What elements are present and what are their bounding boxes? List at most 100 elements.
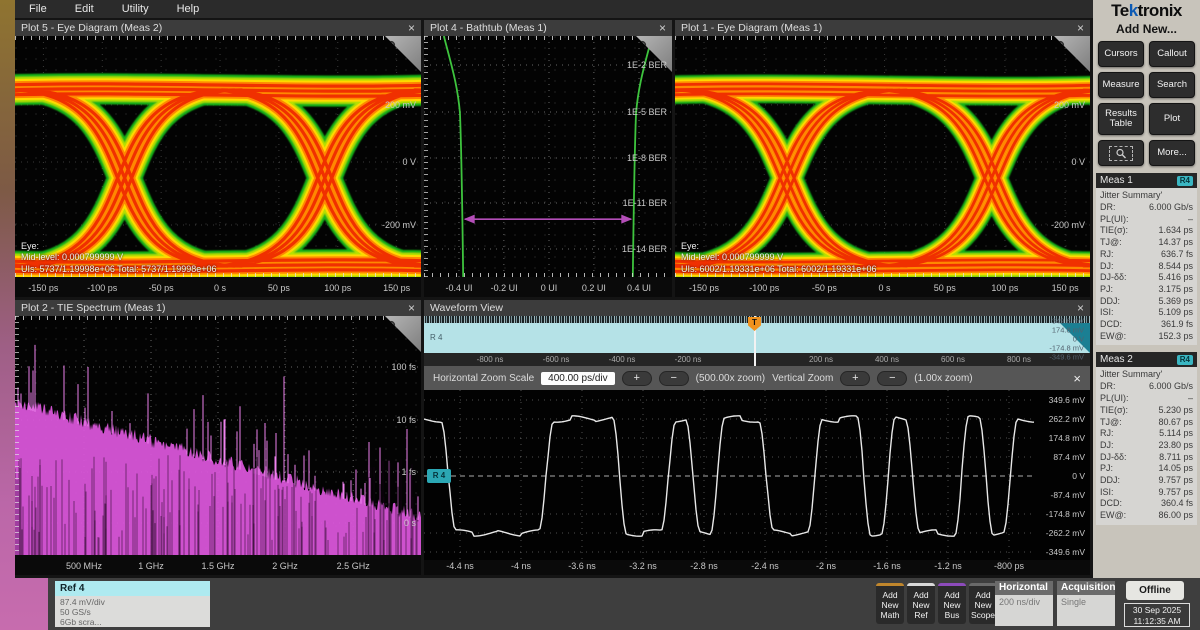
axis-tick-label: 2.5 GHz xyxy=(337,561,370,571)
menu-help[interactable]: Help xyxy=(177,3,200,15)
axis-tick-label: -600 ns xyxy=(543,355,570,364)
plot4-bathtub-panel: Plot 4 - Bathtub (Meas 1) × 1E-2 BER1E-5… xyxy=(424,20,672,297)
axis-tick-label: 50 ps xyxy=(268,283,290,293)
datetime-display[interactable]: 30 Sep 2025 11:12:35 AM xyxy=(1124,603,1190,627)
axis-tick-label: 0.4 UI xyxy=(627,283,651,293)
hzoom-scale-input[interactable]: 400.00 ps/div xyxy=(541,372,615,385)
meas-result-row: PJ:14.05 ps xyxy=(1100,463,1193,475)
vzoom-minus-button[interactable]: − xyxy=(877,371,907,386)
axis-tick-label: 0 UI xyxy=(541,283,558,293)
zoom-select-tool-button[interactable] xyxy=(1098,140,1144,166)
axis-tick-label: 500 MHz xyxy=(66,561,102,571)
plot5-title-bar[interactable]: Plot 5 - Eye Diagram (Meas 2) × xyxy=(15,20,421,36)
axis-tick-label: 200 ns xyxy=(809,355,833,364)
axis-tick-label: -150 ps xyxy=(28,283,58,293)
meas1-summary-label: Jitter Summary' xyxy=(1100,190,1193,201)
axis-tick-label: 0.2 UI xyxy=(582,283,606,293)
waveform-source-badge[interactable]: R 4 xyxy=(427,469,451,483)
waveform-title-bar[interactable]: Waveform View × xyxy=(424,300,1090,316)
menu-edit[interactable]: Edit xyxy=(75,3,94,15)
hzoom-plus-button[interactable]: + xyxy=(622,371,652,386)
meas-result-row: TJ@:14.37 ps xyxy=(1100,237,1193,249)
add-new-heading: Add New... xyxy=(1093,22,1200,36)
tick-marks xyxy=(15,36,421,40)
plot1-close-button[interactable]: × xyxy=(1077,20,1084,36)
axis-tick-label: -1.2 ns xyxy=(934,561,962,571)
add-new-ref-button[interactable]: AddNewRef xyxy=(907,583,935,624)
meas-result-row: TIE(σ):1.634 ps xyxy=(1100,225,1193,237)
plot4-title: Plot 4 - Bathtub (Meas 1) xyxy=(430,22,547,34)
axis-tick-label: -800 ns xyxy=(477,355,504,364)
plot2-title-bar[interactable]: Plot 2 - TIE Spectrum (Meas 1) × xyxy=(15,300,421,316)
meas1-header[interactable]: Meas 1 R4 xyxy=(1096,173,1197,188)
plot2-close-button[interactable]: × xyxy=(408,300,415,316)
meas-result-row: DCD:360.4 fs xyxy=(1100,498,1193,510)
add-new-buttons: AddNewMathAddNewRefAddNewBusAddNewScope xyxy=(876,583,997,624)
axis-tick-label: -1.6 ns xyxy=(873,561,901,571)
meas-result-row: DJ:8.544 ps xyxy=(1100,261,1193,273)
axis-tick-label: 400 ns xyxy=(875,355,899,364)
plot1-title-bar[interactable]: Plot 1 - Eye Diagram (Meas 1) × xyxy=(675,20,1090,36)
add-new-bus-button[interactable]: AddNewBus xyxy=(938,583,966,624)
axis-tick-label: 2 GHz xyxy=(272,561,298,571)
meas-result-row: DDJ:5.369 ps xyxy=(1100,296,1193,308)
overview-source-label: R 4 xyxy=(430,333,442,342)
plot5-x-axis: -150 ps-100 ps-50 ps0 s50 ps100 ps150 ps xyxy=(15,277,421,297)
plot1-x-axis: -150 ps-100 ps-50 ps0 s50 ps100 ps150 ps xyxy=(675,277,1090,297)
axis-tick-label: 600 ns xyxy=(941,355,965,364)
waveform-x-axis: -4.4 ns-4 ns-3.6 ns-3.2 ns-2.8 ns-2.4 ns… xyxy=(424,560,1090,575)
meas-result-row: DR:6.000 Gb/s xyxy=(1100,202,1193,214)
horizontal-settings-panel[interactable]: Horizontal 200 ns/div xyxy=(995,581,1053,626)
meas2-source-badge: R4 xyxy=(1177,355,1193,365)
meas2-header[interactable]: Meas 2 R4 xyxy=(1096,352,1197,367)
plot4-close-button[interactable]: × xyxy=(659,20,666,36)
meas-result-row: PJ:3.175 ps xyxy=(1100,284,1193,296)
meas-result-row: DJ-δδ:8.711 ps xyxy=(1100,452,1193,464)
waveform-view-panel: Waveform View × R 4 T -800 ns-600 ns-400… xyxy=(424,300,1090,575)
plot2-chart-area: 100 fs10 fs1 fs0 s xyxy=(15,316,421,555)
zoom-toolbar-close-button[interactable]: × xyxy=(1073,371,1081,386)
results-table-button[interactable]: Results Table xyxy=(1098,103,1144,135)
add-new-scope-button[interactable]: AddNewScope xyxy=(969,583,997,624)
menu-utility[interactable]: Utility xyxy=(122,3,149,15)
meas1-body: Jitter Summary' DR:6.000 Gb/sPL(UI):–TIE… xyxy=(1096,188,1197,345)
waveform-close-button[interactable]: × xyxy=(1077,300,1084,316)
meas-result-row: PL(UI):– xyxy=(1100,214,1193,226)
menu-bar: File Edit Utility Help xyxy=(15,0,1093,18)
overview-zoom-corner-icon[interactable] xyxy=(1060,323,1090,353)
axis-tick-label: -2.8 ns xyxy=(690,561,718,571)
meas2-body: Jitter Summary' DR:6.000 Gb/sPL(UI):–TIE… xyxy=(1096,367,1197,524)
meas-result-row: TJ@:80.67 ps xyxy=(1100,417,1193,429)
acquisition-settings-panel[interactable]: Acquisition Single xyxy=(1057,581,1115,626)
ref4-title: Ref 4 xyxy=(55,581,210,596)
menu-file[interactable]: File xyxy=(29,3,47,15)
plot4-title-bar[interactable]: Plot 4 - Bathtub (Meas 1) × xyxy=(424,20,672,36)
measure-button[interactable]: Measure xyxy=(1098,72,1144,98)
plot4-chart-area: 1E-2 BER1E-5 BER1E-8 BER1E-11 BER1E-14 B… xyxy=(424,36,672,277)
zoom-toolbar: Horizontal Zoom Scale 400.00 ps/div + − … xyxy=(424,366,1090,390)
add-new-math-button[interactable]: AddNewMath xyxy=(876,583,904,624)
tektronix-logo: Tektronix xyxy=(1093,1,1200,21)
meas2-summary-label: Jitter Summary' xyxy=(1100,369,1193,380)
axis-tick-label: -0.2 UI xyxy=(491,283,518,293)
offline-button[interactable]: Offline xyxy=(1126,581,1184,600)
meas-result-row: PL(UI):– xyxy=(1100,393,1193,405)
callout-button[interactable]: Callout xyxy=(1149,41,1195,67)
plot5-close-button[interactable]: × xyxy=(408,20,415,36)
plot5-eye-diagram-panel: Plot 5 - Eye Diagram (Meas 2) × 200 mV0 … xyxy=(15,20,421,297)
plot-button[interactable]: Plot xyxy=(1149,103,1195,135)
search-button[interactable]: Search xyxy=(1149,72,1195,98)
axis-tick-label: -4.4 ns xyxy=(446,561,474,571)
meas-result-row: DJ:23.80 ps xyxy=(1100,440,1193,452)
hzoom-minus-button[interactable]: − xyxy=(659,371,689,386)
plot2-tie-spectrum-panel: Plot 2 - TIE Spectrum (Meas 1) × 100 fs1… xyxy=(15,300,421,575)
axis-tick-label: 150 ps xyxy=(383,283,410,293)
meas-result-row: DR:6.000 Gb/s xyxy=(1100,381,1193,393)
axis-tick-label: -50 ps xyxy=(812,283,837,293)
tick-marks xyxy=(15,316,19,555)
cursors-button[interactable]: Cursors xyxy=(1098,41,1144,67)
more-button[interactable]: More... xyxy=(1149,140,1195,166)
axis-tick-label: -2 ns xyxy=(816,561,836,571)
vzoom-plus-button[interactable]: + xyxy=(840,371,870,386)
ref4-channel-badge[interactable]: Ref 4 87.4 mV/div 50 GS/s 6Gb scra... xyxy=(55,581,210,627)
